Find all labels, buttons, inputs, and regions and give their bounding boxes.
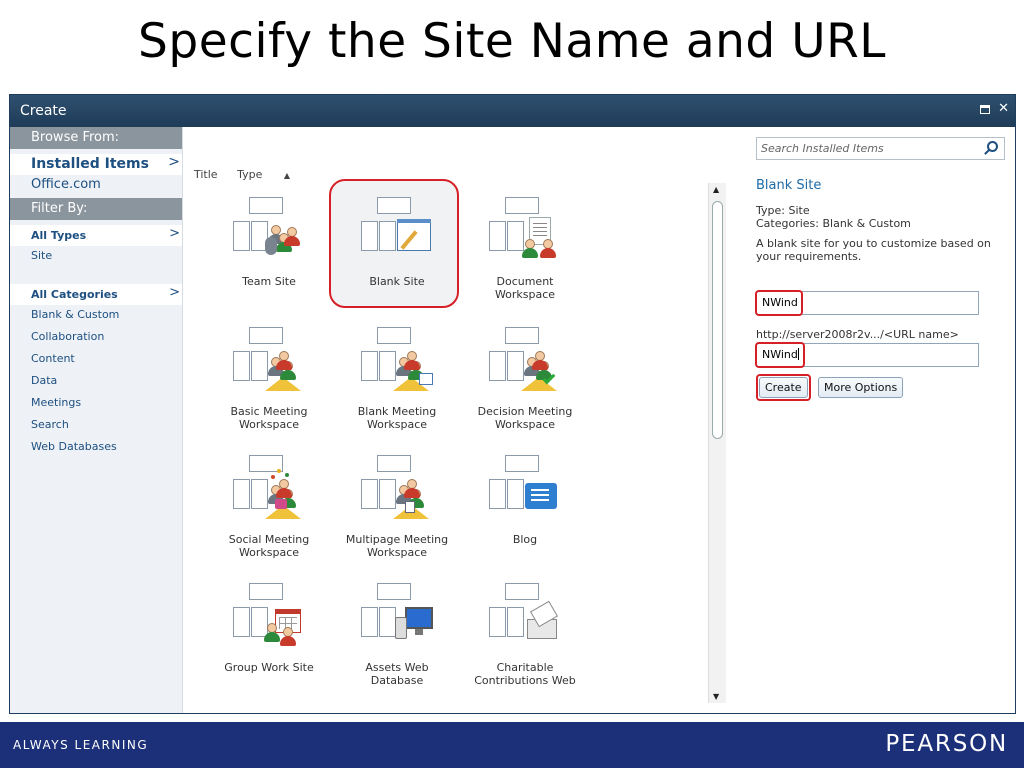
template-label: Social Meeting Workspace xyxy=(228,533,310,559)
dialog-titlebar: Create ✕ xyxy=(10,95,1015,127)
sort-type-label: Type xyxy=(237,168,263,181)
template-label: Charitable Contributions Web xyxy=(474,661,576,687)
template-tile[interactable]: Social Meeting Workspace xyxy=(205,455,333,559)
nav-item-office-com[interactable]: Office.com xyxy=(10,175,182,195)
document-workspace-icon xyxy=(487,197,563,267)
template-tile[interactable]: Multipage Meeting Workspace xyxy=(333,455,461,559)
multipage-meeting-icon xyxy=(359,455,435,525)
template-label: Team Site xyxy=(242,275,296,288)
sort-title[interactable]: Title xyxy=(194,168,218,181)
template-tile[interactable]: Basic Meeting Workspace xyxy=(205,327,333,431)
nav-item-label: All Types xyxy=(31,229,87,242)
scroll-thumb[interactable] xyxy=(712,201,723,439)
nav-item-all-categories[interactable]: All Categories > xyxy=(10,284,182,305)
template-tile[interactable]: Blank Meeting Workspace xyxy=(333,327,461,431)
nav-item-all-types[interactable]: All Types > xyxy=(10,225,182,246)
blank-meeting-icon xyxy=(359,327,435,397)
create-button-highlight xyxy=(756,374,811,401)
sort-bar: Title Type ▲ xyxy=(194,168,322,181)
url-prefix: http://server2008r2v.../<URL name> xyxy=(756,328,959,341)
template-tile[interactable]: Decision Meeting Workspace xyxy=(461,327,589,431)
nav-item-blank-custom[interactable]: Blank & Custom xyxy=(10,305,182,327)
nav-item-label: All Categories xyxy=(31,288,118,301)
template-label: Blank Meeting Workspace xyxy=(357,405,437,431)
sort-type[interactable]: Type ▲ xyxy=(237,168,306,181)
template-label: Basic Meeting Workspace xyxy=(230,405,308,431)
details-pane: Search Installed Items Blank Site Type: … xyxy=(755,127,1011,713)
template-tile[interactable]: Blank Site xyxy=(329,179,461,308)
detail-type: Type: Site xyxy=(756,204,810,217)
template-tile[interactable]: Document Workspace xyxy=(461,197,589,301)
filter-by-header: Filter By: xyxy=(10,198,182,220)
sort-ascending-icon: ▲ xyxy=(283,171,290,180)
nav-item-collaboration[interactable]: Collaboration xyxy=(10,327,182,349)
nav-item-data[interactable]: Data xyxy=(10,371,182,393)
scroll-down-icon[interactable]: ▼ xyxy=(713,692,719,701)
detail-description: A blank site for you to customize based … xyxy=(756,237,991,263)
search-input[interactable]: Search Installed Items xyxy=(761,142,884,155)
pearson-logo: PEARSON xyxy=(885,731,1008,757)
chevron-right-icon: > xyxy=(169,226,180,241)
template-label: Blog xyxy=(512,533,538,546)
nav-item-site[interactable]: Site xyxy=(10,246,182,268)
url-field-highlight xyxy=(755,342,805,368)
nav-item-meetings[interactable]: Meetings xyxy=(10,393,182,415)
decision-meeting-icon xyxy=(487,327,563,397)
chevron-right-icon: > xyxy=(169,285,180,300)
search-box[interactable]: Search Installed Items xyxy=(756,137,1005,160)
search-icon[interactable] xyxy=(987,141,998,152)
template-label: Decision Meeting Workspace xyxy=(477,405,573,431)
nav-item-content[interactable]: Content xyxy=(10,349,182,371)
team-site-icon xyxy=(231,197,307,267)
template-grid: Title Type ▲ Team Site Blank Site Docume… xyxy=(183,127,708,713)
nav-item-search[interactable]: Search xyxy=(10,415,182,437)
blank-site-icon xyxy=(359,197,435,267)
dialog-title: Create xyxy=(20,103,67,119)
grid-scrollbar[interactable]: ▲ ▼ xyxy=(708,183,726,703)
title-field-highlight xyxy=(755,290,803,316)
template-label: Assets Web Database xyxy=(365,661,429,687)
more-options-button[interactable]: More Options xyxy=(818,377,904,398)
create-dialog: Create ✕ Browse From: Installed Items > … xyxy=(9,94,1016,714)
template-tile[interactable]: Team Site xyxy=(205,197,333,288)
detail-categories: Categories: Blank & Custom xyxy=(756,217,911,230)
template-tile[interactable]: Assets Web Database xyxy=(333,583,461,687)
window-controls: ✕ xyxy=(980,102,1009,115)
nav-item-label: Installed Items xyxy=(31,156,149,172)
browse-from-header: Browse From: xyxy=(10,127,182,149)
social-meeting-icon xyxy=(231,455,307,525)
chevron-right-icon: > xyxy=(168,154,180,170)
maximize-icon[interactable] xyxy=(980,105,991,114)
basic-meeting-icon xyxy=(231,327,307,397)
template-tile[interactable]: Blog xyxy=(461,455,589,546)
left-nav: Browse From: Installed Items > Office.co… xyxy=(10,127,183,713)
template-tile[interactable]: Charitable Contributions Web xyxy=(461,583,589,687)
close-icon[interactable]: ✕ xyxy=(998,102,1009,115)
template-label: Document Workspace xyxy=(494,275,556,301)
nav-item-web-databases[interactable]: Web Databases xyxy=(10,437,182,459)
slide-title: Specify the Site Name and URL xyxy=(138,14,886,69)
blog-icon xyxy=(487,455,563,525)
assets-database-icon xyxy=(359,583,435,653)
template-label: Multipage Meeting Workspace xyxy=(345,533,449,559)
charitable-contributions-icon xyxy=(487,583,563,653)
template-label: Blank Site xyxy=(369,275,425,288)
nav-item-installed-items[interactable]: Installed Items > xyxy=(10,154,182,175)
footer-tagline: ALWAYS LEARNING xyxy=(13,738,149,752)
template-tile[interactable]: Group Work Site xyxy=(205,583,333,674)
scroll-up-icon[interactable]: ▲ xyxy=(713,185,719,194)
footer-bar: ALWAYS LEARNING PEARSON xyxy=(0,722,1024,768)
group-work-icon xyxy=(231,583,307,653)
template-label: Group Work Site xyxy=(224,661,314,674)
detail-title: Blank Site xyxy=(756,178,822,193)
